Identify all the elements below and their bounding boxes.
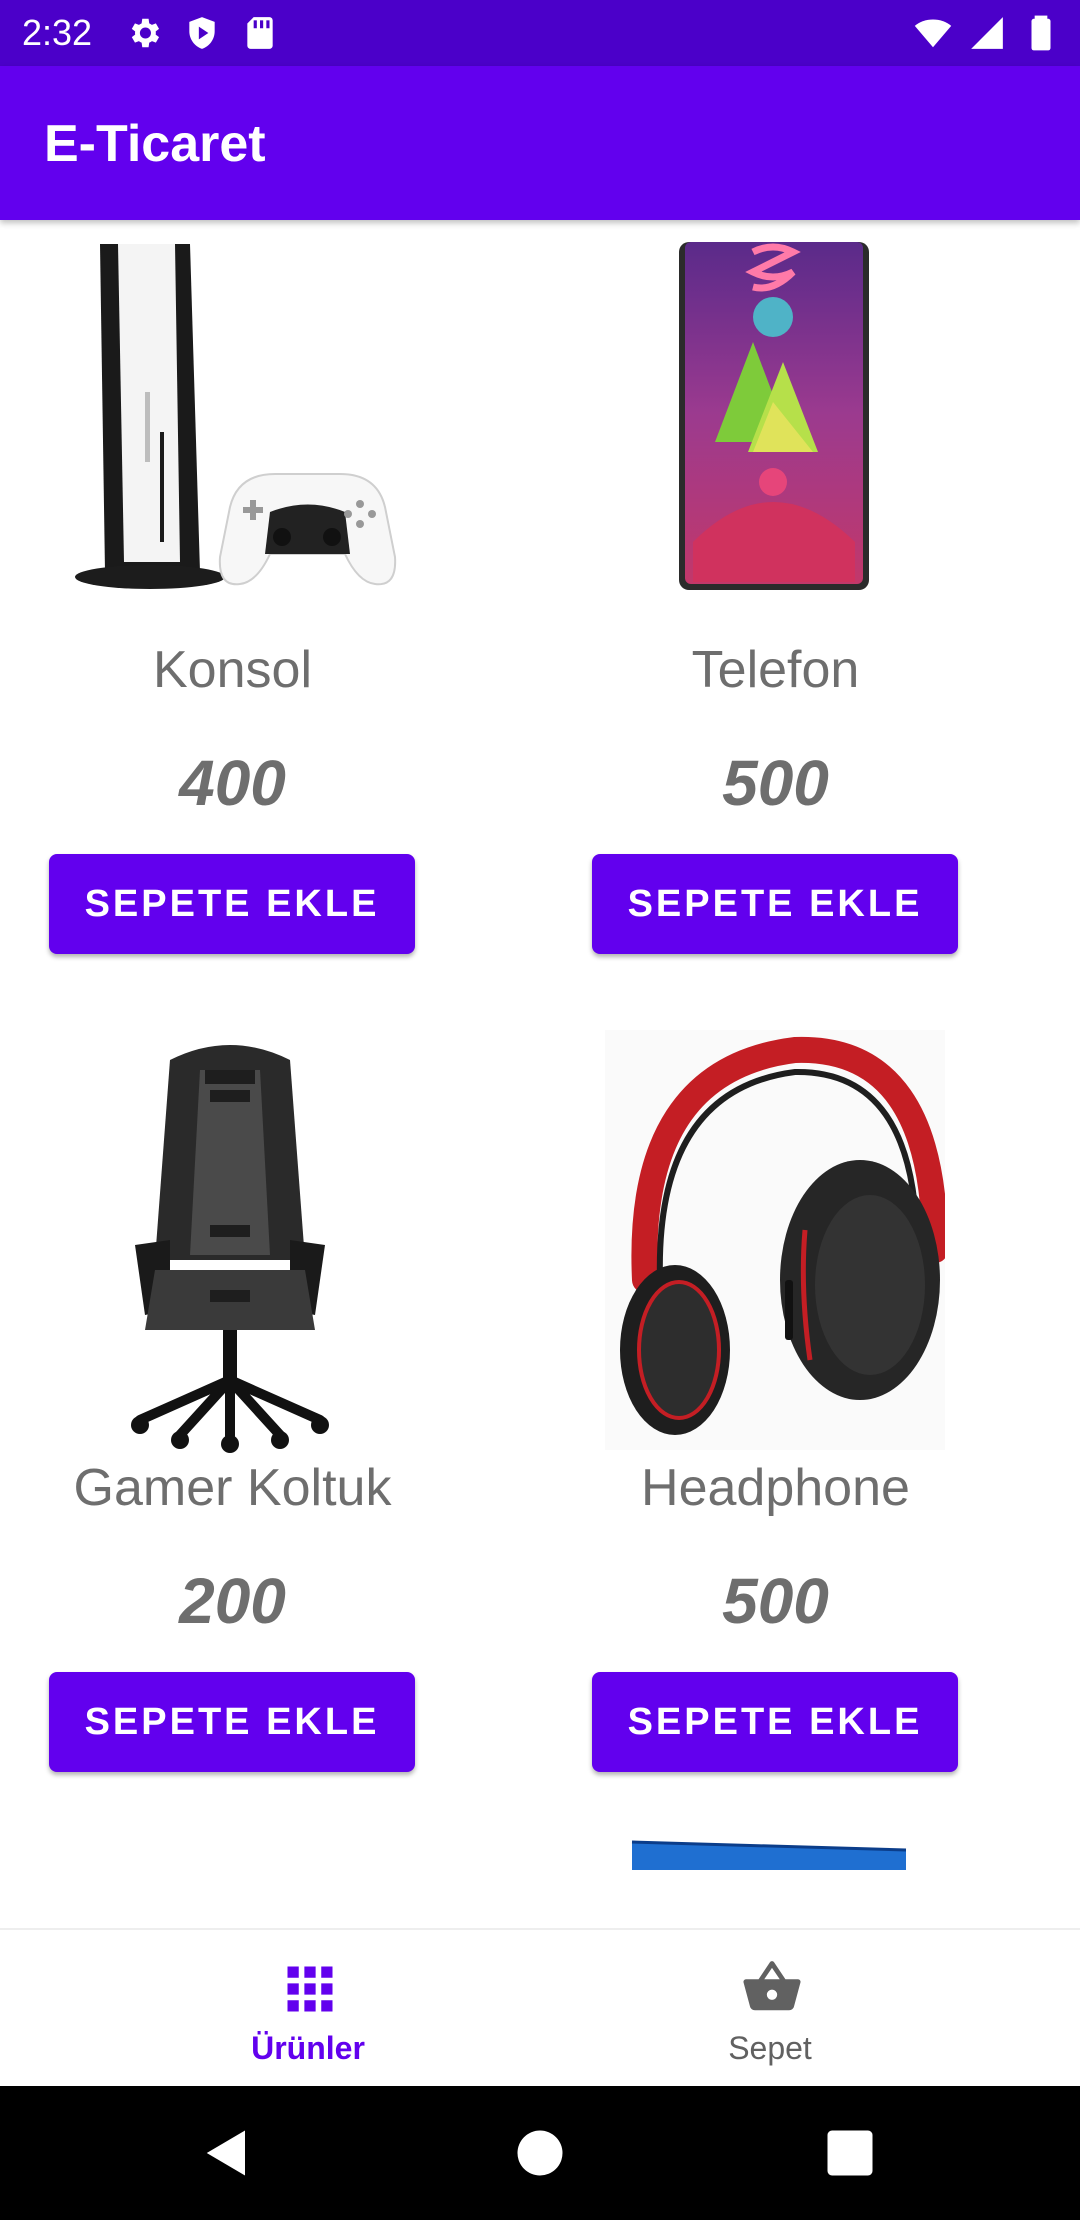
product-card: Headphone 500 SEPETE EKLE bbox=[543, 1030, 1080, 1856]
nav-item-urunler[interactable]: Ürünler bbox=[38, 1930, 578, 2088]
nav-item-sepet[interactable]: Sepet bbox=[500, 1930, 1040, 2088]
game-console-icon bbox=[75, 244, 397, 589]
product-price: 400 bbox=[179, 747, 286, 819]
wifi-icon bbox=[914, 19, 952, 48]
product-card: Gamer Koltuk 200 SEPETE EKLE bbox=[0, 1038, 540, 1856]
shield-icon bbox=[189, 17, 215, 49]
product-card: Telefon 500 SEPETE EKLE bbox=[543, 220, 1080, 1038]
add-to-cart-button[interactable]: SEPETE EKLE bbox=[592, 1672, 958, 1772]
gaming-chair-icon bbox=[131, 1045, 329, 1453]
headphone-icon bbox=[605, 1030, 945, 1450]
product-grid[interactable]: Konsol 400 SEPETE EKLE Telefon 500 SEPET… bbox=[0, 220, 1080, 1928]
product-card: Konsol 400 SEPETE EKLE bbox=[0, 220, 540, 1038]
home-icon[interactable] bbox=[513, 2126, 567, 2180]
grid-icon bbox=[287, 1966, 333, 2012]
nav-label-urunler: Ürünler bbox=[251, 2030, 365, 2066]
recents-icon[interactable] bbox=[823, 2126, 877, 2180]
basket-icon bbox=[743, 1961, 801, 2011]
status-time: 2:32 bbox=[22, 12, 93, 53]
product-name: Telefon bbox=[691, 641, 860, 699]
product-name: Gamer Koltuk bbox=[73, 1459, 392, 1517]
app-bar: E-Ticaret bbox=[0, 66, 1080, 220]
system-navigation-bar bbox=[0, 2086, 1080, 2220]
add-to-cart-button[interactable]: SEPETE EKLE bbox=[49, 1672, 415, 1772]
smartphone-icon bbox=[679, 242, 869, 590]
app-title: E-Ticaret bbox=[44, 115, 266, 173]
battery-icon bbox=[1031, 15, 1051, 51]
nav-label-sepet: Sepet bbox=[728, 2030, 812, 2066]
back-icon[interactable] bbox=[200, 2126, 254, 2180]
status-icons-left bbox=[125, 14, 279, 52]
product-price: 500 bbox=[722, 1565, 829, 1637]
add-to-cart-button[interactable]: SEPETE EKLE bbox=[592, 854, 958, 954]
product-price: 500 bbox=[722, 747, 829, 819]
signal-icon bbox=[971, 17, 1003, 49]
laptop-image bbox=[631, 1840, 907, 1870]
bottom-navigation: Ürünler Sepet bbox=[0, 1928, 1080, 2088]
sd-card-icon bbox=[247, 17, 273, 49]
add-to-cart-button[interactable]: SEPETE EKLE bbox=[49, 854, 415, 954]
product-name: Konsol bbox=[153, 641, 312, 699]
product-name: Headphone bbox=[641, 1459, 910, 1517]
status-icons-right bbox=[914, 14, 1060, 52]
product-price: 200 bbox=[179, 1565, 286, 1637]
gear-icon bbox=[131, 18, 160, 48]
status-bar: 2:32 bbox=[0, 0, 1080, 66]
